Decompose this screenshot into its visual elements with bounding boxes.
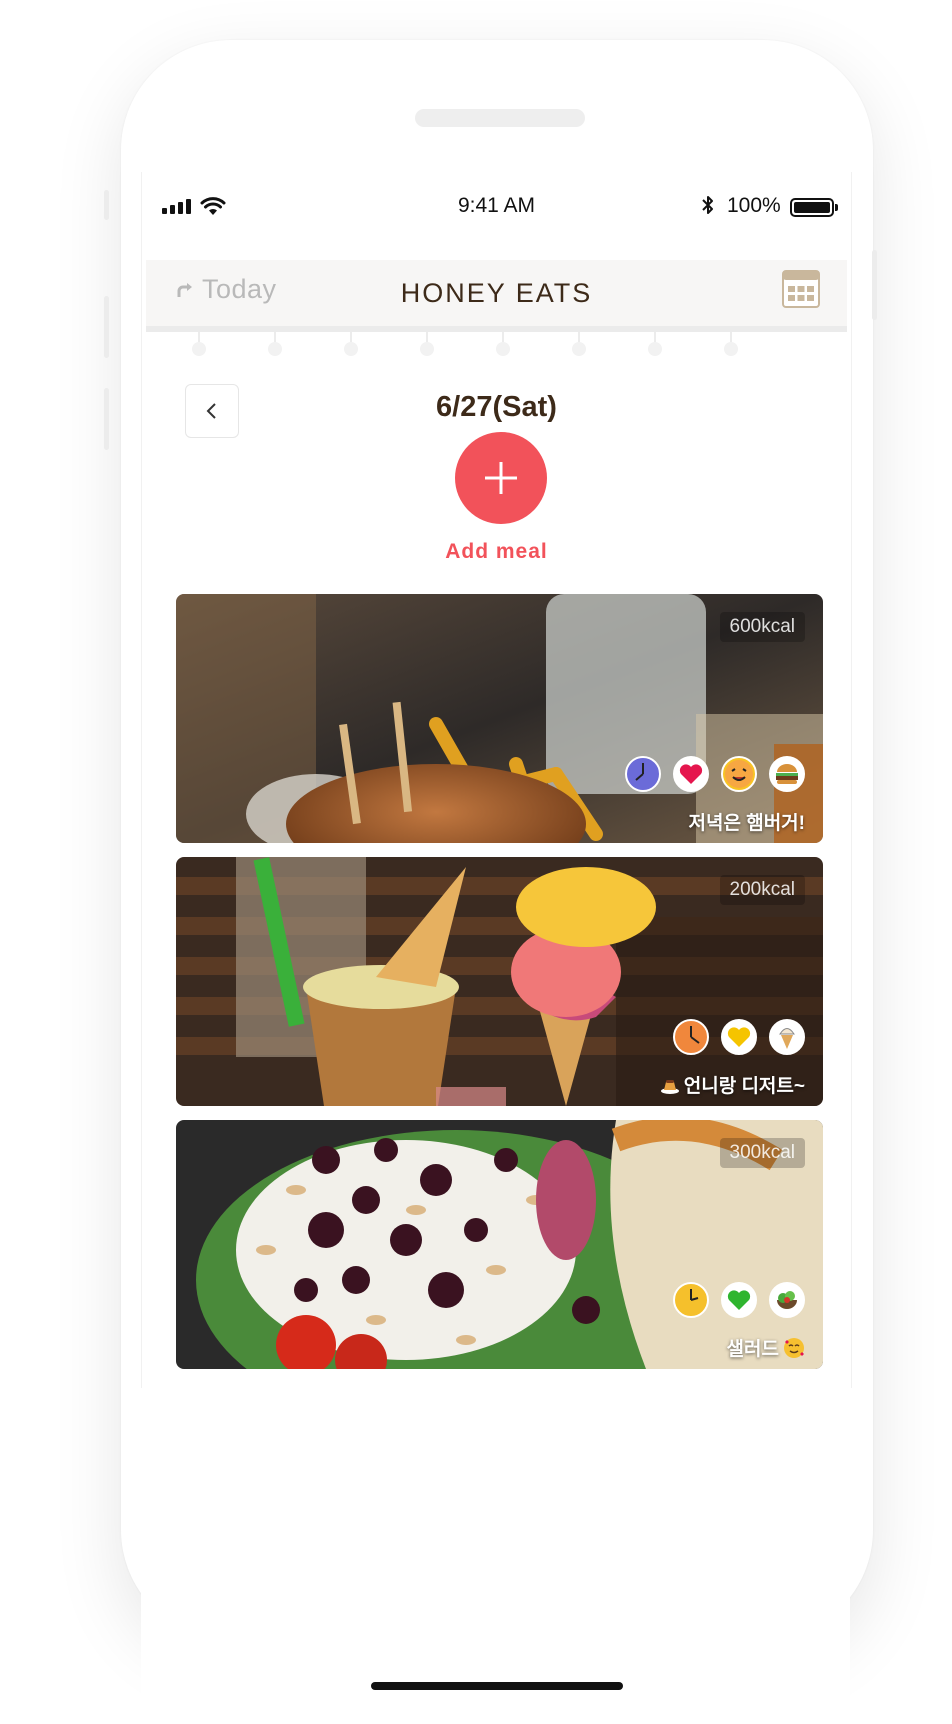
battery-tip bbox=[835, 204, 838, 211]
side-button-volume-down bbox=[104, 388, 109, 450]
binder-hole bbox=[268, 332, 282, 356]
meal-caption-text: 저녁은 햄버거! bbox=[688, 813, 806, 834]
battery-percent: 100% bbox=[727, 194, 781, 217]
kcal-badge: 200kcal bbox=[719, 875, 805, 905]
heart-icon bbox=[721, 1282, 757, 1318]
calendar-icon[interactable] bbox=[782, 270, 820, 308]
clock-icon bbox=[625, 756, 661, 792]
side-button-power bbox=[872, 250, 877, 320]
app-title: HONEY EATS bbox=[400, 278, 593, 308]
meal-icon-row bbox=[673, 1019, 805, 1055]
phone-speaker bbox=[415, 109, 585, 127]
home-indicator[interactable] bbox=[371, 1682, 623, 1690]
status-bar: 9:41 AM 100% bbox=[142, 172, 851, 242]
binder-hole bbox=[496, 332, 510, 356]
meal-caption-text: 샐러드 bbox=[726, 1339, 779, 1360]
binder-hole bbox=[572, 332, 586, 356]
meal-icon-row bbox=[673, 1282, 805, 1318]
meal-caption: 샐러드 bbox=[727, 1334, 805, 1361]
binder-holes bbox=[142, 332, 851, 362]
heart-icon bbox=[673, 756, 709, 792]
side-button-mute bbox=[104, 190, 109, 220]
happy-face-icon bbox=[721, 756, 757, 792]
meal-caption-text: 언니랑 디저트~ bbox=[683, 1076, 805, 1097]
clock-icon bbox=[673, 1282, 709, 1318]
binder-hole bbox=[344, 332, 358, 356]
kcal-badge: 600kcal bbox=[719, 612, 805, 642]
phone-lower-panel bbox=[141, 1388, 850, 1724]
battery-icon bbox=[790, 198, 834, 217]
binder-hole bbox=[420, 332, 434, 356]
date-title: 6/27(Sat) bbox=[436, 391, 557, 423]
smiling-face-with-hearts-icon bbox=[784, 1337, 804, 1358]
binder-hole bbox=[724, 332, 738, 356]
heart-icon bbox=[721, 1019, 757, 1055]
add-meal-button[interactable] bbox=[455, 432, 547, 524]
burger-icon bbox=[769, 756, 805, 792]
binder-hole bbox=[648, 332, 662, 356]
meal-card[interactable]: 600kcal 저녁은 햄버거! bbox=[176, 594, 823, 843]
plus-icon bbox=[485, 462, 517, 494]
ice-cream-icon bbox=[769, 1019, 805, 1055]
kcal-badge: 300kcal bbox=[719, 1138, 805, 1168]
meal-caption: 저녁은 햄버거! bbox=[689, 808, 806, 835]
app-screen: 9:41 AM 100% Today HONEY EATS 6/27(Sat) … bbox=[141, 172, 852, 1388]
meal-caption: 언니랑 디저트~ bbox=[660, 1071, 805, 1098]
clock-icon bbox=[673, 1019, 709, 1055]
app-header: Today HONEY EATS bbox=[146, 260, 847, 332]
salad-icon bbox=[769, 1282, 805, 1318]
binder-hole bbox=[192, 332, 206, 356]
add-meal-label: Add meal bbox=[445, 540, 548, 563]
pudding-icon bbox=[660, 1079, 679, 1094]
meal-card[interactable]: 200kcal 언니랑 디저트~ bbox=[176, 857, 823, 1106]
bluetooth-icon bbox=[702, 196, 713, 214]
meal-card[interactable]: 300kcal 샐러드 bbox=[176, 1120, 823, 1369]
meal-icon-row bbox=[625, 756, 805, 792]
side-button-volume-up bbox=[104, 296, 109, 358]
